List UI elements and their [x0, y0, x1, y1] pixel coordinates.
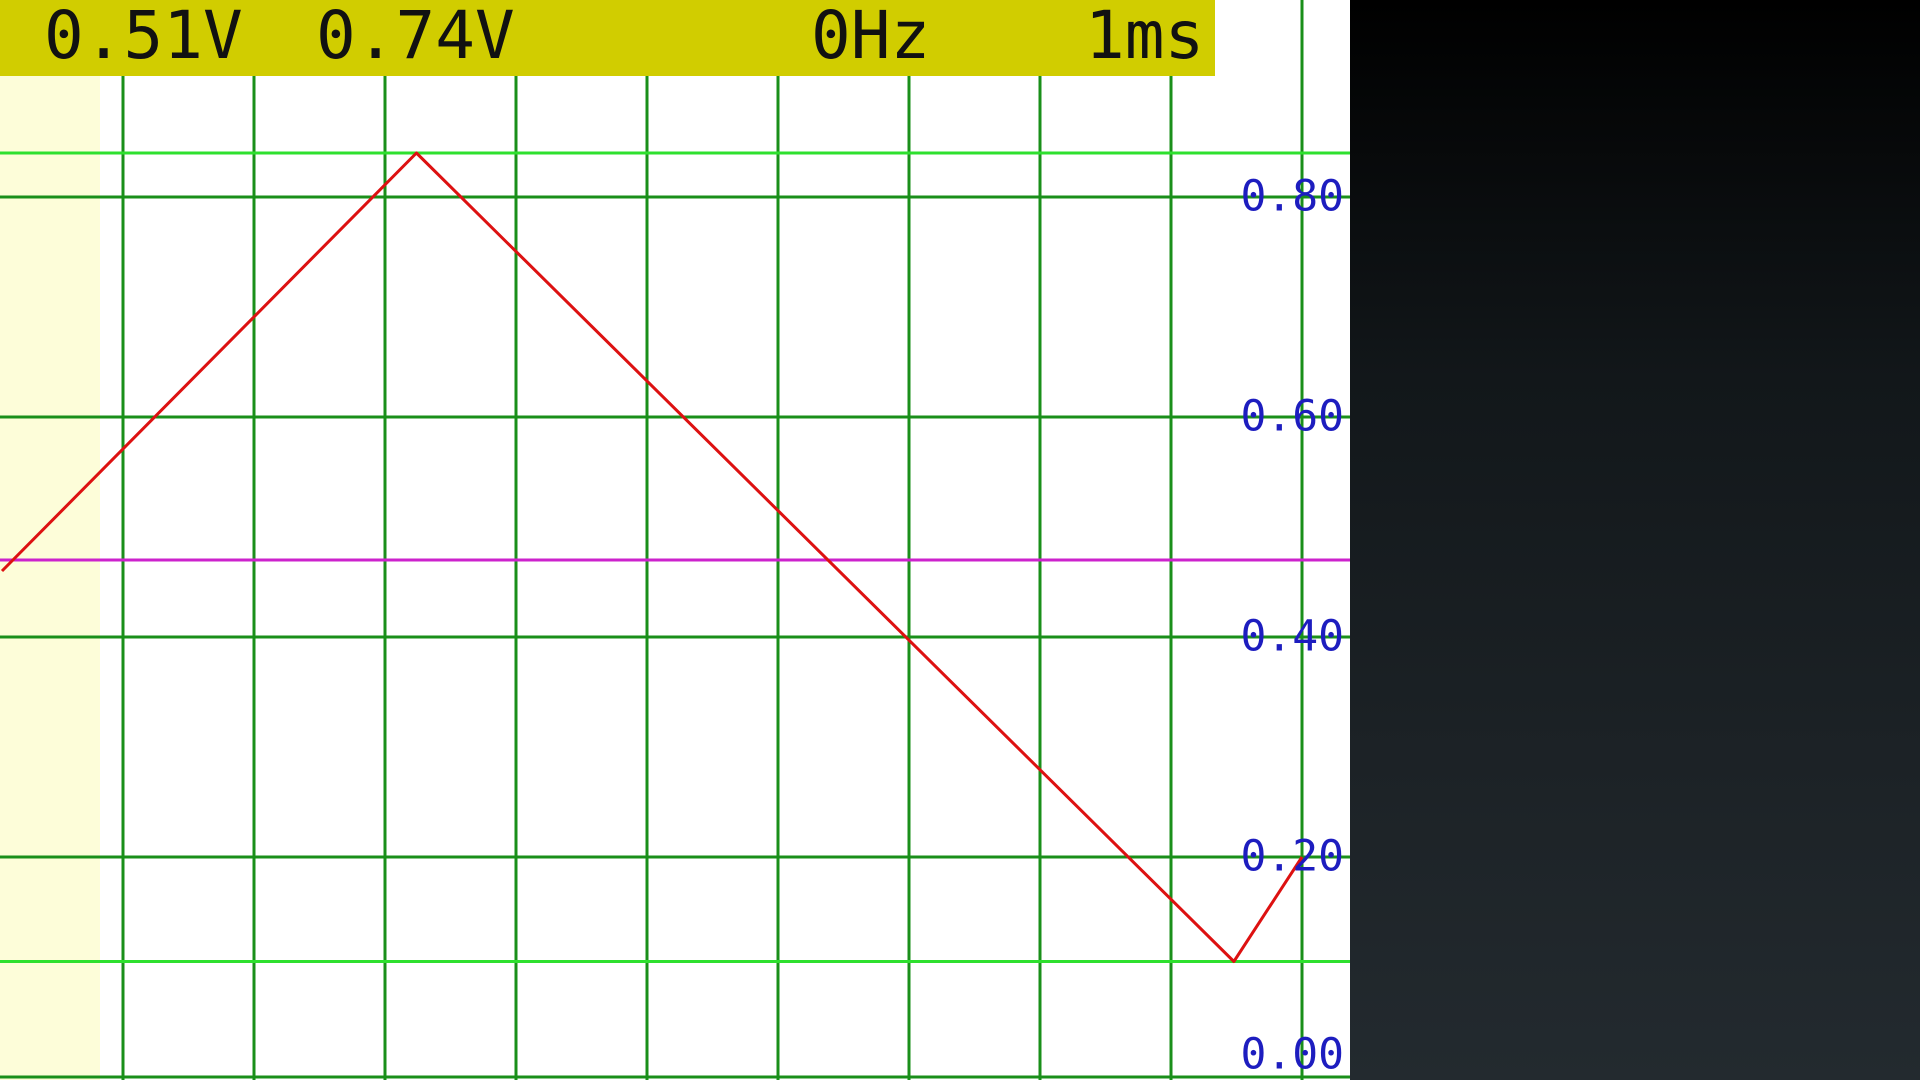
y-tick-label: 0.40 [1240, 611, 1344, 662]
voltage-reading-2: 0.74V [316, 0, 515, 74]
oscilloscope-plot [0, 0, 1350, 1080]
y-tick-label: 0.20 [1240, 831, 1344, 882]
oscilloscope-display[interactable]: 0.51V 0.74V 0Hz 1ms 0.80 0.60 0.40 0.20 … [0, 0, 1350, 1080]
frequency-reading: 0Hz [811, 0, 931, 74]
y-tick-label: 0.80 [1240, 171, 1344, 222]
y-tick-label: 0.60 [1240, 391, 1344, 442]
measurement-bar: 0.51V 0.74V 0Hz 1ms [0, 0, 1215, 76]
y-tick-label: 0.00 [1240, 1029, 1344, 1080]
horizontal-grid-lines [0, 195, 1350, 1079]
pre-trigger-region [0, 0, 100, 1080]
voltage-reading-1: 0.51V [44, 0, 243, 74]
timebase-reading: 1ms [1085, 0, 1205, 74]
signal-trace [0, 151, 1304, 963]
vertical-grid-lines [121, 0, 1304, 1080]
side-panel [1350, 0, 1920, 1080]
